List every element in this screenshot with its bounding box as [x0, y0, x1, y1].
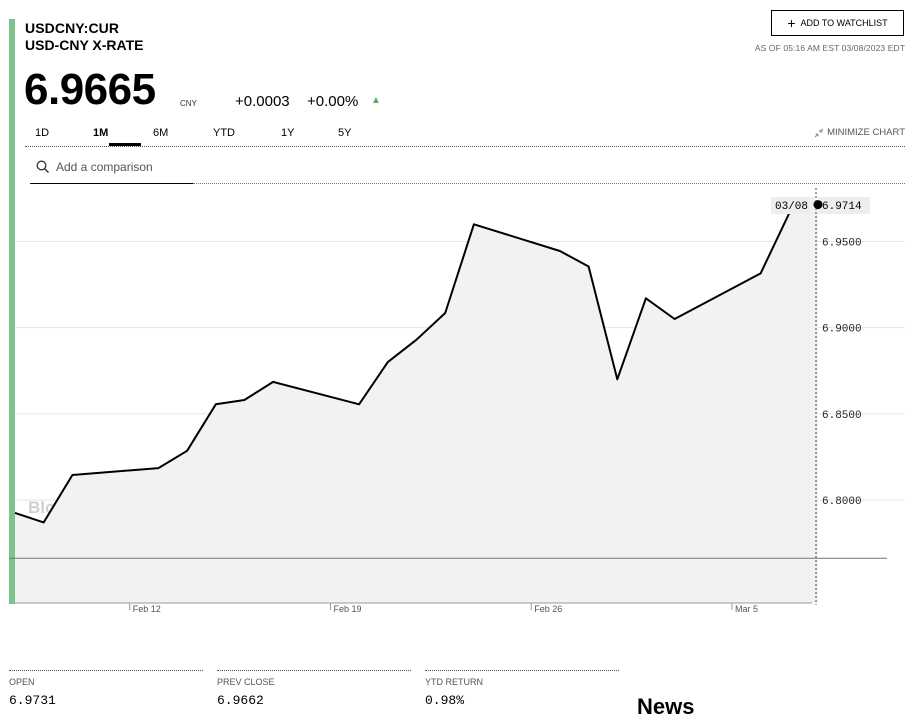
comparison-search: [30, 152, 193, 184]
tab-1m[interactable]: 1M: [93, 127, 108, 139]
stat-value: 6.9731: [9, 693, 56, 708]
y-tick-label: 6.8000: [822, 496, 862, 508]
price-chart[interactable]: BloombergMarkets Feb 12Feb 19Feb 26Mar 5…: [0, 186, 917, 626]
stat-label: PREV CLOSE: [217, 677, 275, 687]
search-icon: [36, 160, 49, 173]
tab-1y[interactable]: 1Y: [281, 127, 294, 139]
latest-data-point: [813, 200, 823, 210]
x-tick-label: Mar 5: [735, 604, 758, 614]
stat-label: OPEN: [9, 677, 35, 687]
crosshair-date: 03/08: [775, 201, 808, 213]
minimize-chart-button[interactable]: MINIMIZE CHART: [814, 127, 905, 138]
add-to-watchlist-label: ADD TO WATCHLIST: [800, 18, 888, 28]
search-divider: [193, 183, 905, 184]
tab-6m[interactable]: 6M: [153, 127, 168, 139]
y-tick-label: 6.9000: [822, 324, 862, 336]
ticker-symbol: USDCNY:CUR: [25, 20, 120, 36]
x-tick-label: Feb 19: [333, 604, 361, 614]
crosshair-value: 6.9714: [822, 201, 862, 213]
minimize-chart-label: MINIMIZE CHART: [827, 127, 905, 138]
y-axis-ticks: 6.8000 6.8500 6.9000 6.9500: [822, 237, 862, 507]
price-area-fill: [15, 204, 818, 603]
tab-ytd[interactable]: YTD: [213, 127, 235, 139]
news-heading: News: [637, 694, 695, 719]
x-axis-ticks: Feb 12 Feb 19 Feb 26 Mar 5: [129, 603, 758, 614]
time-range-tabs: 1D 1M 6M YTD 1Y 5Y: [25, 118, 905, 146]
comparison-search-input[interactable]: [56, 156, 191, 178]
currency-label: CNY: [180, 99, 197, 108]
tabs-divider: [25, 146, 905, 147]
price-value: 6.9665: [24, 65, 156, 114]
price-change-percent: +0.00%: [307, 93, 359, 110]
tab-1d[interactable]: 1D: [35, 127, 49, 139]
y-tick-label: 6.9500: [822, 237, 862, 249]
up-arrow-icon: ▲: [371, 95, 381, 106]
price-change: +0.0003: [235, 93, 290, 110]
minimize-icon: [814, 128, 824, 137]
stat-label: YTD RETURN: [425, 677, 483, 687]
security-name: USD-CNY X-RATE: [25, 37, 144, 53]
stat-value: 0.98%: [425, 693, 465, 708]
y-tick-label: 6.8500: [822, 410, 862, 422]
stat-ytd-return: YTD RETURN 0.98%: [425, 670, 619, 708]
add-to-watchlist-button[interactable]: + ADD TO WATCHLIST: [771, 10, 904, 36]
as-of-timestamp: AS OF 05:16 AM EST 03/08/2023 EDT: [754, 43, 905, 53]
tab-5y[interactable]: 5Y: [338, 127, 351, 139]
stat-open: OPEN 6.9731: [9, 670, 203, 708]
plus-icon: +: [787, 15, 796, 31]
stat-prev-close: PREV CLOSE 6.9662: [217, 670, 411, 708]
x-tick-label: Feb 12: [133, 604, 161, 614]
stat-value: 6.9662: [217, 693, 264, 708]
x-tick-label: Feb 26: [534, 604, 562, 614]
